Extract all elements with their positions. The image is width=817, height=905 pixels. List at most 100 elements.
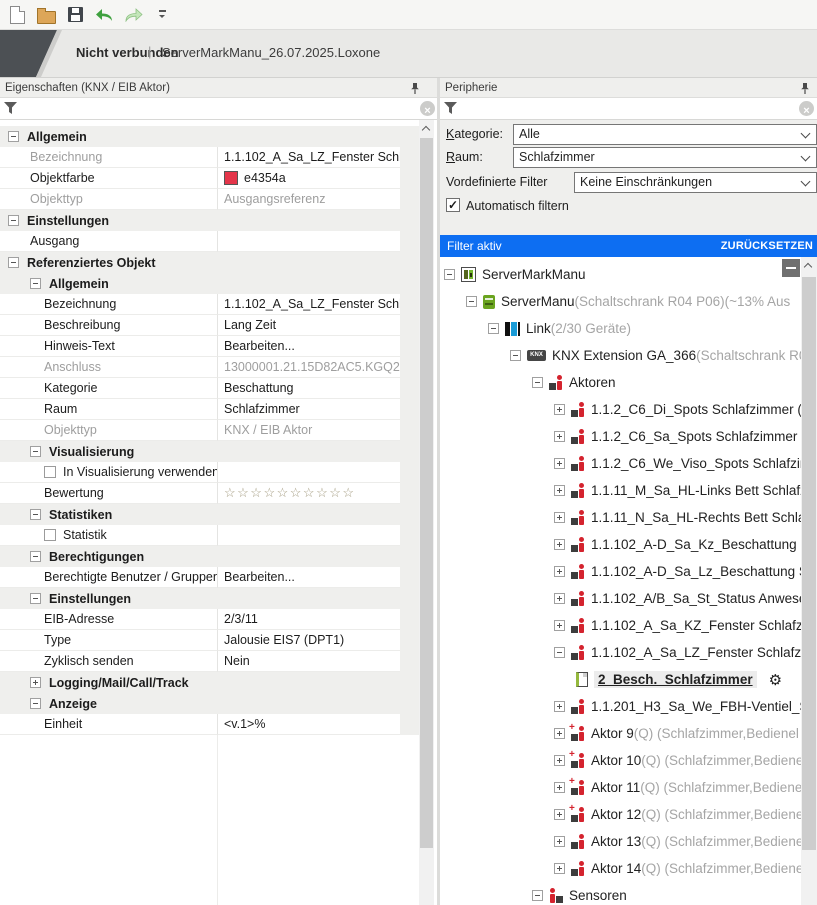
property-group-row[interactable]: Allgemein [0,273,419,294]
expander-icon[interactable] [8,131,19,142]
expander-icon[interactable] [488,323,499,334]
tree-row[interactable]: 1.1.2_C6_Sa_Spots Schlafzimmer (C [440,423,801,450]
auto-filter-checkbox[interactable]: ✓ [446,198,460,212]
expander-icon[interactable] [532,377,543,388]
property-value[interactable]: Bearbeiten... [217,336,400,357]
property-group-row[interactable]: Statistiken [0,504,419,525]
vordefinierte-filter-select[interactable]: Keine Einschränkungen [574,172,817,193]
expander-icon[interactable] [554,755,565,766]
pin-icon[interactable] [799,82,811,95]
expander-icon[interactable] [510,350,521,361]
property-value[interactable]: Lang Zeit [217,315,400,336]
gear-icon[interactable]: ⚙ [769,671,782,689]
property-value[interactable]: 1.1.102_A_Sa_LZ_Fenster Schlaf... [217,147,400,168]
tree-row[interactable]: 1.1.201_H3_Sa_We_FBH-Ventiel_Sc [440,693,801,720]
expander-icon[interactable] [554,836,565,847]
tree-row[interactable]: Aktor 14 (Q) (Schlafzimmer,Bediene [440,855,801,882]
expander-icon[interactable] [554,404,565,415]
tree-row[interactable]: + Aktor 9 (Q) (Schlafzimmer,Bedienel [440,720,801,747]
tree-row[interactable]: ServerMarkManu [440,261,801,288]
tree-row[interactable]: 1.1.102_A_Sa_LZ_Fenster Schlafzim [440,639,801,666]
property-value[interactable]: Ausgangsreferenz [217,189,400,210]
property-value[interactable]: 1.1.102_A_Sa_LZ_Fenster Schlaf... [217,294,400,315]
property-group-row[interactable]: Allgemein [0,126,419,147]
save-button[interactable] [64,3,86,27]
expander-icon[interactable] [30,278,41,289]
property-group-row[interactable]: Einstellungen [0,588,419,609]
redo-button[interactable] [122,3,144,27]
collapse-all-button[interactable] [782,259,800,277]
scroll-up-icon[interactable] [801,257,817,273]
clear-filter-button[interactable] [420,101,435,116]
color-swatch[interactable] [224,171,238,185]
tree-row[interactable]: 1.1.102_A-D_Sa_Lz_Beschattung Sc [440,558,801,585]
property-value[interactable]: 2/3/11 [217,609,400,630]
checkbox[interactable] [44,466,56,478]
expander-icon[interactable] [554,593,565,604]
property-value[interactable]: 13000001.21.15D82AC5.KGQ2.3... [217,357,400,378]
expander-icon[interactable] [30,446,41,457]
property-group-row[interactable]: Referenziertes Objekt [0,252,419,273]
expander-icon[interactable] [30,593,41,604]
expander-icon[interactable] [8,215,19,226]
tree-scrollbar[interactable] [801,257,817,905]
tree-row[interactable]: 1.1.11_M_Sa_HL-Links Bett Schlafzi [440,477,801,504]
tree-row[interactable]: Sensoren [440,882,801,905]
periphery-filter-row[interactable] [440,98,817,120]
tree-row[interactable]: 1.1.102_A_Sa_KZ_Fenster Schlafzim [440,612,801,639]
undo-button[interactable] [93,3,115,27]
property-value[interactable]: KNX / EIB Aktor [217,420,400,441]
property-group-row[interactable]: Visualisierung [0,441,419,462]
tree-row[interactable]: 1.1.2_C6_Di_Spots Schlafzimmer (C [440,396,801,423]
clear-filter-button[interactable] [799,101,814,116]
pin-icon[interactable] [409,82,421,95]
expander-icon[interactable] [554,728,565,739]
scroll-up-icon[interactable] [419,120,434,136]
raum-select[interactable]: Schlafzimmer [513,147,817,168]
property-value[interactable] [217,231,400,252]
expander-icon[interactable] [30,551,41,562]
tree-row[interactable]: 1.1.102_A/B_Sa_St_Status Anwesen [440,585,801,612]
new-file-button[interactable] [6,3,28,27]
property-value[interactable]: Nein [217,651,400,672]
tree-row[interactable]: 1.1.2_C6_We_Viso_Spots Schlafzimr [440,450,801,477]
toolbar-overflow-button[interactable] [151,3,173,27]
tree-row[interactable]: KNX KNX Extension GA_366 (Schaltschrank R… [440,342,801,369]
tree-row[interactable]: 1.1.102_A-D_Sa_Kz_Beschattung Sc [440,531,801,558]
property-group-row[interactable]: Einstellungen [0,210,419,231]
tree-row[interactable]: 2_Besch._Schlafzimmer ⚙ [440,666,801,693]
expander-icon[interactable] [554,620,565,631]
tree-row[interactable]: Aktoren [440,369,801,396]
property-group-row[interactable]: Logging/Mail/Call/Track [0,672,419,693]
expander-icon[interactable] [444,269,455,280]
expander-icon[interactable] [554,485,565,496]
expander-icon[interactable] [30,509,41,520]
expander-icon[interactable] [554,701,565,712]
expander-icon[interactable] [554,458,565,469]
open-file-button[interactable] [35,3,57,27]
checkbox[interactable] [44,529,56,541]
properties-filter-row[interactable] [0,98,437,120]
tree-row[interactable]: + Aktor 12 (Q) (Schlafzimmer,Bediene [440,801,801,828]
tree-row[interactable]: + Aktor 10 (Q) (Schlafzimmer,Bediene [440,747,801,774]
property-value[interactable]: e4354a [217,168,400,189]
property-value[interactable]: Schlafzimmer [217,399,400,420]
property-group-row[interactable]: Berechtigungen [0,546,419,567]
tree-row[interactable]: 1.1.11_N_Sa_HL-Rechts Bett Schlaf [440,504,801,531]
properties-scrollbar[interactable] [419,120,434,905]
scrollbar-thumb[interactable] [420,138,433,848]
tree-row[interactable]: Link (2/30 Geräte) [440,315,801,342]
expander-icon[interactable] [554,863,565,874]
expander-icon[interactable] [554,782,565,793]
property-group-row[interactable]: Anzeige [0,693,419,714]
scrollbar-thumb[interactable] [802,277,816,850]
property-value[interactable] [217,525,400,546]
expander-icon[interactable] [554,647,565,658]
property-value[interactable]: Beschattung [217,378,400,399]
expander-icon[interactable] [554,566,565,577]
property-value[interactable] [217,462,400,483]
tree-row[interactable]: + Aktor 11 (Q) (Schlafzimmer,Bediene [440,774,801,801]
property-value[interactable]: <v.1>% [217,714,400,735]
property-value[interactable]: Bearbeiten... [217,567,400,588]
expander-icon[interactable] [30,698,41,709]
